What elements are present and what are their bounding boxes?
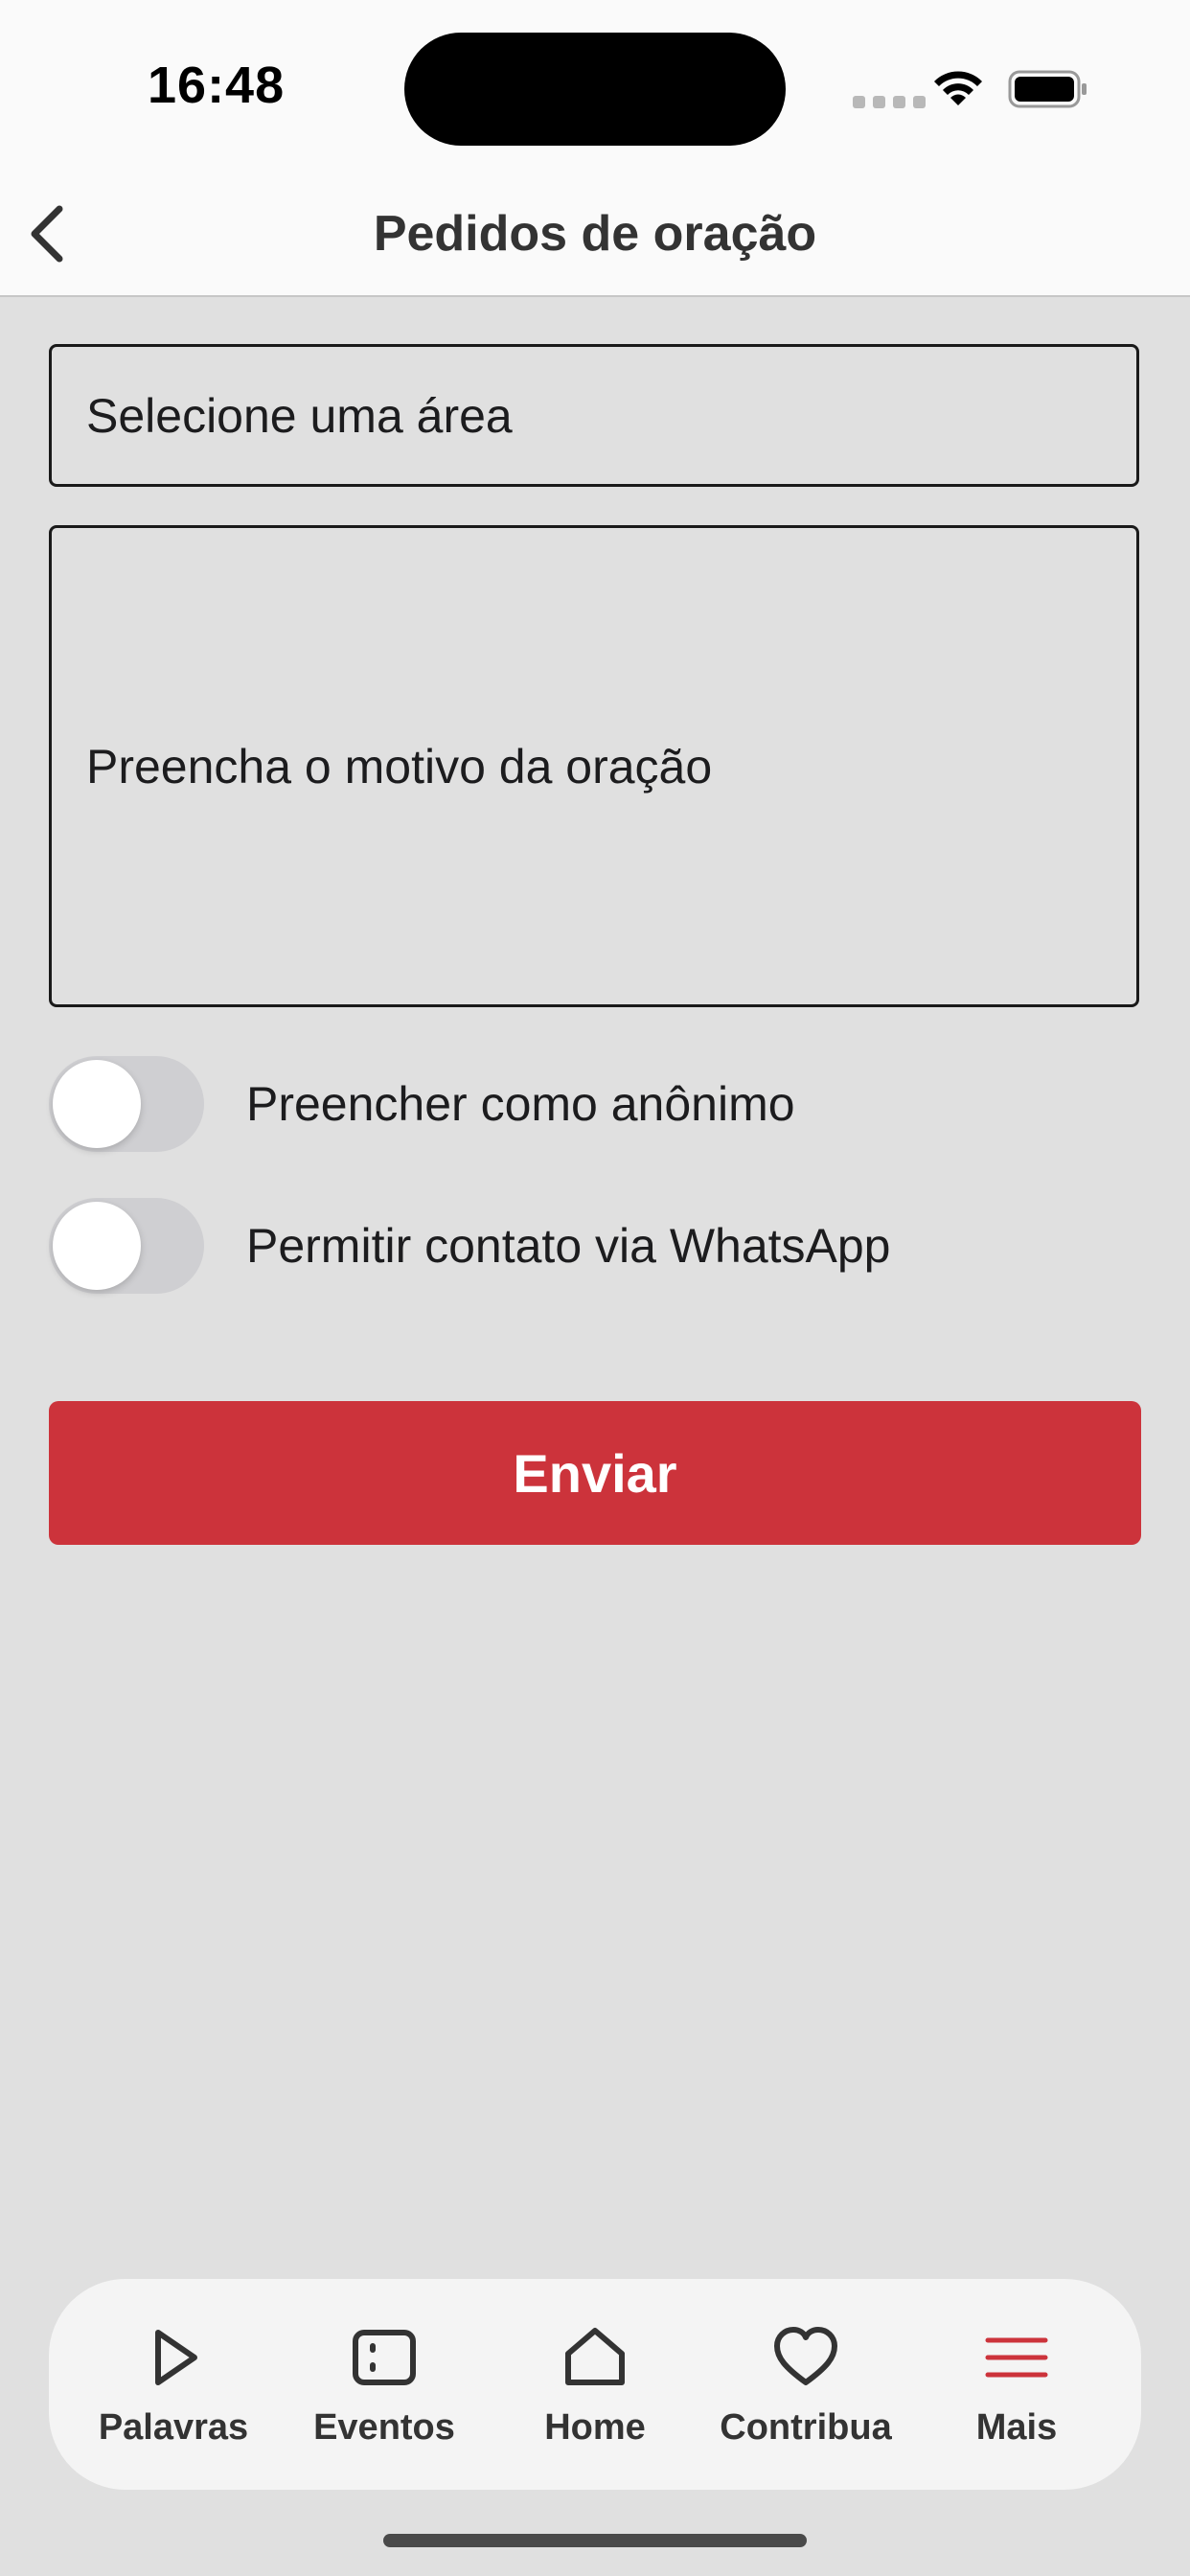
status-bar: 16:48 (0, 0, 1190, 172)
home-icon (565, 2327, 625, 2385)
tab-label: Contribua (720, 2406, 892, 2448)
tab-label: Mais (975, 2406, 1058, 2448)
tab-eventos[interactable]: Eventos (288, 2321, 480, 2449)
toggle-knob (53, 1202, 141, 1290)
tab-mais[interactable]: Mais (921, 2321, 1112, 2449)
anonymous-toggle[interactable] (49, 1056, 204, 1152)
prayer-reason-textarea[interactable]: Preencha o motivo da oração (49, 525, 1139, 1007)
tab-palavras[interactable]: Palavras (78, 2321, 269, 2449)
whatsapp-contact-label: Permitir contato via WhatsApp (246, 1219, 891, 1273)
anonymous-label: Preencher como anônimo (246, 1077, 795, 1131)
tab-label: Eventos (313, 2406, 455, 2448)
cellular-signal-icon (853, 96, 926, 108)
area-select[interactable]: Selecione uma área (49, 344, 1139, 487)
calendar-icon (353, 2329, 416, 2385)
anonymous-row: Preencher como anônimo (49, 1056, 795, 1152)
area-select-placeholder: Selecione uma área (86, 388, 513, 443)
tab-home[interactable]: Home (499, 2321, 691, 2449)
send-button[interactable]: Enviar (49, 1401, 1141, 1545)
page-title: Pedidos de oração (373, 206, 817, 262)
tab-label: Home (544, 2406, 646, 2448)
play-icon (155, 2329, 197, 2385)
wifi-icon (934, 71, 982, 105)
battery-icon (1008, 70, 1087, 108)
dynamic-island (404, 33, 786, 146)
tab-label: Palavras (98, 2406, 249, 2448)
tab-contribua[interactable]: Contribua (710, 2321, 902, 2449)
menu-icon (985, 2337, 1048, 2377)
home-indicator[interactable] (383, 2534, 807, 2547)
heart-icon (774, 2326, 837, 2385)
whatsapp-row: Permitir contato via WhatsApp (49, 1198, 891, 1294)
tab-bar: Palavras Eventos Home Contribua Mais (49, 2279, 1141, 2490)
whatsapp-contact-toggle[interactable] (49, 1198, 204, 1294)
navigation-bar: Pedidos de oração (0, 172, 1190, 297)
prayer-reason-placeholder: Preencha o motivo da oração (86, 739, 713, 794)
toggle-knob (53, 1060, 141, 1148)
status-time: 16:48 (148, 57, 286, 114)
